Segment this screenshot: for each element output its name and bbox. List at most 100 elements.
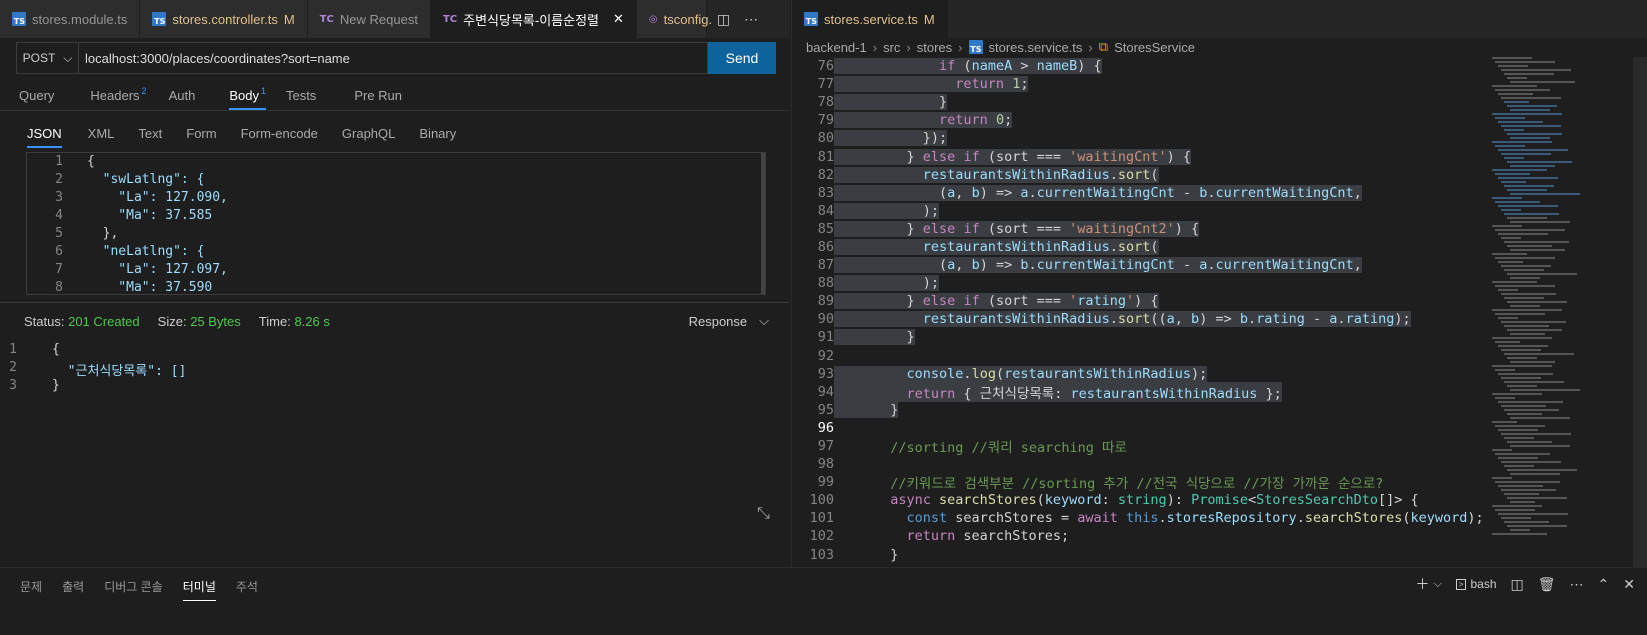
source-code[interactable]: 76 if (nameA > nameB) {77 return 1; 78 } 7… [792,57,1492,582]
line-number: 76 [817,58,834,75]
code-text: } else if (sort === 'waitingCnt2') { [834,220,1200,237]
minimap-line [1495,117,1525,119]
breadcrumb-item[interactable]: stores [917,40,952,55]
breadcrumb: backend-1 › src › stores › TS stores.service… [806,38,1195,56]
tab-text[interactable]: Text [128,118,172,148]
count-badge: 2 [141,86,147,96]
body-type-tabs: JSON XML Text Form Form-encode GraphQL B… [17,118,466,148]
tab-auth[interactable]: Auth [159,80,206,110]
typescript-icon: TS [968,40,983,54]
tab-json[interactable]: JSON [17,118,72,148]
minimap-line [1492,141,1552,143]
tab-debug-console[interactable]: 디버그 콘솔 [94,576,173,597]
tab-query[interactable]: Query [9,80,64,110]
minimap-line [1501,349,1541,351]
tab-new-request[interactable]: TC New Request [307,0,431,38]
code-text: "La": 127.090, [87,190,228,205]
tab-stores-module[interactable]: TS stores.module.ts [0,0,141,38]
vertical-scrollbar[interactable] [1633,57,1647,567]
chevron-right-icon: › [958,39,963,55]
minimap-line [1504,381,1564,383]
rest-client-panel: TS stores.module.ts TS stores.controller.t… [0,0,790,567]
line-number: 88 [817,275,834,292]
minimap-line [1507,329,1562,331]
tab-form[interactable]: Form [176,118,226,148]
breadcrumb-item[interactable]: stores.service.ts [989,40,1083,55]
code-line: 4 "Ma": 37.585 [27,208,765,226]
minimap-line [1492,449,1512,451]
minimap-line [1501,265,1551,267]
tab-label: Body [229,87,259,103]
scrollbar[interactable] [761,153,765,294]
minimap-line [1498,233,1548,235]
line-number: 1 [9,342,17,357]
minimap-line [1492,113,1562,115]
code-text: }, [87,226,119,241]
tab-form-encode[interactable]: Form-encode [231,118,328,148]
minimap-line [1507,77,1527,79]
expand-icon[interactable]: ⤡ [757,505,770,523]
minimap-line [1492,393,1542,395]
send-button[interactable]: Send [708,42,776,74]
code-text: //sorting //쿼리 searching 따로 [874,440,1127,457]
tab-label: New Request [339,11,418,27]
tab-headers[interactable]: Headers 2 [80,80,156,110]
code-text: //키워드로 검색부분 //sorting 추가 //전국 식당으로 //가장 … [874,476,1384,493]
code-text: return 0; [834,112,1013,129]
code-text: "La": 127.097, [87,262,228,277]
minimap[interactable] [1492,57,1632,567]
json-body-editor[interactable]: 1{ 2 "swLatlng": { 3 "La": 127.090, 4 "M… [26,152,766,295]
time-info: Time: 8.26 s [259,314,330,329]
tab-xml[interactable]: XML [78,118,125,148]
tab-comments[interactable]: 주석 [226,576,268,597]
tab-terminal[interactable]: 터미널 [173,576,226,601]
tab-nearby-restaurants[interactable]: TC 주변식당목록-이름순정렬 ✕ [430,0,637,38]
tab-label: Headers [90,87,140,103]
line-number: 77 [817,76,834,93]
tab-pre-run[interactable]: Pre Run [344,80,412,110]
breadcrumb-item[interactable]: StoresService [1114,40,1195,55]
more-icon[interactable]: ⋯ [1570,576,1584,593]
code-text: } [834,94,948,111]
code-line: 101 const searchStores = await this.stor… [792,509,1492,527]
tab-tests[interactable]: Tests [276,80,326,110]
tab-label: Pre Run [354,87,403,103]
tab-stores-controller[interactable]: TS stores.controller.ts M [140,0,308,38]
minimap-line [1492,505,1542,507]
line-number: 6 [55,244,63,259]
tab-binary[interactable]: Binary [409,118,466,148]
tab-output[interactable]: 출력 [52,576,94,597]
code-line: 83 (a, b) => a.currentWaitingCnt - b.cur… [792,184,1492,202]
split-terminal-icon[interactable]: ◫ [1511,576,1524,593]
breadcrumb-item[interactable]: backend-1 [806,40,867,55]
tab-stores-service[interactable]: TS stores.service.ts M [792,0,948,38]
line-number: 79 [817,112,834,129]
tab-label: Query [19,87,55,103]
tab-tsconfig[interactable]: ◎ tsconfig. [636,0,712,38]
line-number: 2 [55,172,63,187]
tab-body[interactable]: Body 1 [219,80,276,110]
maximize-icon[interactable]: ⌃ [1598,576,1610,593]
url-input[interactable]: localhost:3000/places/coordinates?sort=n… [78,42,708,74]
add-terminal-icon[interactable]: ＋ [1415,574,1429,594]
breadcrumb-item[interactable]: src [883,40,900,55]
terminal-profile[interactable]: > bash [1455,577,1497,591]
more-icon[interactable]: ⋯ [744,11,758,28]
tab-graphql[interactable]: GraphQL [332,118,405,148]
minimap-line [1498,205,1558,207]
tab-label: Tests [285,87,317,103]
code-line: 82 restaurantsWithinRadius.sort( [792,166,1492,184]
line-number: 84 [817,202,834,219]
response-select[interactable]: Response ⌵ [689,313,769,329]
method-select[interactable]: POST ⌵ [16,42,78,74]
close-icon[interactable]: ✕ [1623,576,1635,593]
trash-icon[interactable]: 🗑 [1538,576,1556,593]
chevron-down-icon[interactable]: ⌵ [1433,578,1441,591]
close-icon[interactable]: ✕ [613,11,624,27]
split-editor-icon[interactable]: ◫ [717,11,730,28]
minimap-line [1495,89,1550,91]
tab-label: stores.service.ts [824,11,918,27]
minimap-line [1504,409,1559,411]
tab-problems[interactable]: 문제 [10,576,52,597]
minimap-line [1504,437,1534,439]
